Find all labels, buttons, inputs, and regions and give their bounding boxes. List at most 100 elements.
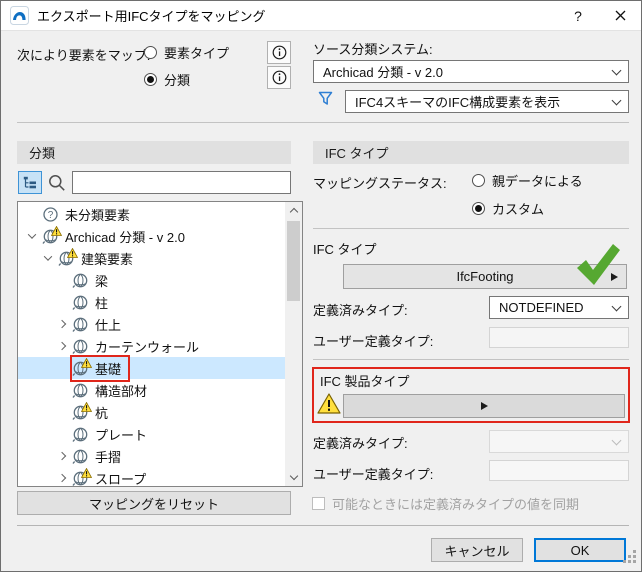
radio-custom[interactable]: カスタム (472, 199, 544, 218)
tree-item-content: カーテンウォール (70, 335, 208, 357)
warning-icon (66, 246, 79, 261)
tree-item-content: ? 未分類要素 (40, 203, 139, 225)
tree-item-railing[interactable]: 手摺 (18, 445, 286, 467)
tree-item-slope[interactable]: スロープ (18, 467, 286, 487)
mapping-status-label: マッピングステータス: (313, 176, 447, 191)
tree-item-curtain-wall[interactable]: カーテンウォール (18, 335, 286, 357)
tree-item-label: 基礎 (95, 361, 122, 377)
info-button-classification[interactable] (267, 66, 291, 89)
scroll-down-button[interactable] (285, 469, 302, 486)
ifc-product-type-flyout-button[interactable] (343, 394, 625, 418)
search-input[interactable] (72, 171, 291, 194)
tree-item-content: 基礎 (70, 355, 131, 382)
ifc-product-type-label: IFC 製品タイプ (320, 374, 410, 389)
tree-view-toggle-button[interactable] (18, 171, 42, 194)
flyout-arrow-icon (480, 402, 488, 410)
radio-by-parent-data[interactable]: 親データによる (472, 171, 583, 190)
warning-icon (80, 356, 93, 371)
chevron-right-icon[interactable] (54, 338, 70, 354)
svg-text:?: ? (48, 210, 54, 221)
chevron-right-icon[interactable] (54, 316, 70, 332)
classification-icon (72, 316, 89, 333)
chevron-right-icon[interactable] (54, 448, 70, 464)
close-icon (615, 10, 625, 21)
classification-icon (72, 294, 89, 311)
unclassified-icon: ? (42, 206, 59, 223)
warning-icon (50, 224, 63, 239)
chevron-down-icon (611, 95, 622, 105)
tree-item-plate[interactable]: プレート (18, 423, 286, 445)
filter-select[interactable]: IFC4スキーマのIFC構成要素を表示 (345, 90, 629, 113)
radio-classification[interactable]: 分類 (144, 70, 190, 89)
chevron-right-icon[interactable] (54, 470, 70, 486)
tree-item-label: 杭 (95, 405, 109, 421)
scrollbar-thumb[interactable] (287, 221, 300, 301)
tree-item-unclassified[interactable]: ? 未分類要素 (18, 203, 286, 225)
classification-panel-header: 分類 (17, 141, 291, 164)
tree-item-content: 梁 (70, 269, 117, 291)
classification-icon (72, 401, 93, 421)
classification-icon (72, 467, 93, 487)
top-separator (17, 122, 629, 123)
scroll-up-button[interactable] (285, 202, 302, 219)
cancel-button[interactable]: キャンセル (431, 538, 523, 562)
info-button-element-type[interactable] (267, 41, 291, 64)
close-button[interactable] (599, 1, 641, 30)
predefined-type-select[interactable]: NOTDEFINED (489, 296, 629, 319)
tree-item-beam[interactable]: 梁 (18, 269, 286, 291)
classification-icon (72, 338, 89, 355)
tree-item-label: 手摺 (95, 449, 122, 465)
classification-icon (72, 426, 89, 443)
tree-item-building-elements[interactable]: 建築要素 (18, 247, 286, 269)
chevron-down-icon[interactable] (24, 228, 40, 244)
radio-unchecked-icon (144, 46, 157, 59)
tree-item-foundation[interactable]: 基礎 (18, 355, 286, 382)
sync-predefined-checkbox: 可能なときには定義済みタイプの値を同期 (312, 494, 579, 513)
user-defined-type-label: ユーザー定義タイプ: (313, 334, 434, 349)
radio-checked-icon (144, 73, 157, 86)
tree-scrollbar[interactable] (285, 202, 302, 486)
source-system-select[interactable]: Archicad 分類 - v 2.0 (313, 60, 629, 83)
radio-element-type[interactable]: 要素タイプ (144, 43, 229, 62)
warning-icon (317, 393, 341, 417)
search-icon (48, 174, 66, 195)
tree-item-content: 手摺 (70, 445, 130, 467)
chevron-down-icon[interactable] (40, 250, 56, 266)
chevron-down-icon (611, 65, 622, 75)
classification-icon (72, 357, 93, 377)
tree-item-finish[interactable]: 仕上 (18, 313, 286, 335)
warning-icon (80, 400, 93, 415)
dialog-map-ifc-types-for-export: エクスポート用IFCタイプをマッピング ? 次により要素をマップ: 要素タイプ … (0, 0, 642, 572)
resize-grip[interactable] (623, 550, 637, 567)
help-button[interactable]: ? (557, 1, 599, 30)
radio-unchecked-icon (472, 174, 485, 187)
tree-item-archicad-classification[interactable]: Archicad 分類 - v 2.0 (18, 225, 286, 247)
chevron-down-icon (611, 435, 622, 445)
radio-classification-label: 分類 (164, 73, 191, 88)
filter-value: IFC4スキーマのIFC構成要素を表示 (355, 95, 561, 110)
user-defined-type-input[interactable] (489, 327, 629, 348)
tree-item-content: プレート (70, 423, 156, 445)
tree-item-label: スロープ (95, 471, 147, 487)
filter-icon (318, 91, 333, 109)
product-predefined-type-select (489, 430, 629, 453)
tree-item-content: 杭 (70, 401, 117, 423)
tree-item-pile[interactable]: 杭 (18, 401, 286, 423)
reset-mapping-button[interactable]: マッピングをリセット (17, 491, 291, 515)
ifc-type-panel-title: IFC タイプ (325, 146, 389, 161)
sync-predefined-checkbox-label: 可能なときには定義済みタイプの値を同期 (332, 497, 580, 512)
classification-icon (72, 448, 89, 465)
tree-item-column[interactable]: 柱 (18, 291, 286, 313)
tree-item-label: 梁 (95, 273, 109, 289)
tree-item-structural-member[interactable]: 構造部材 (18, 379, 286, 401)
radio-element-type-label: 要素タイプ (164, 46, 230, 61)
chevron-down-icon (289, 471, 298, 481)
ok-button[interactable]: OK (534, 538, 626, 562)
ifc-type-panel-header: IFC タイプ (313, 141, 629, 164)
map-elements-by-label: 次により要素をマップ: (17, 48, 151, 63)
